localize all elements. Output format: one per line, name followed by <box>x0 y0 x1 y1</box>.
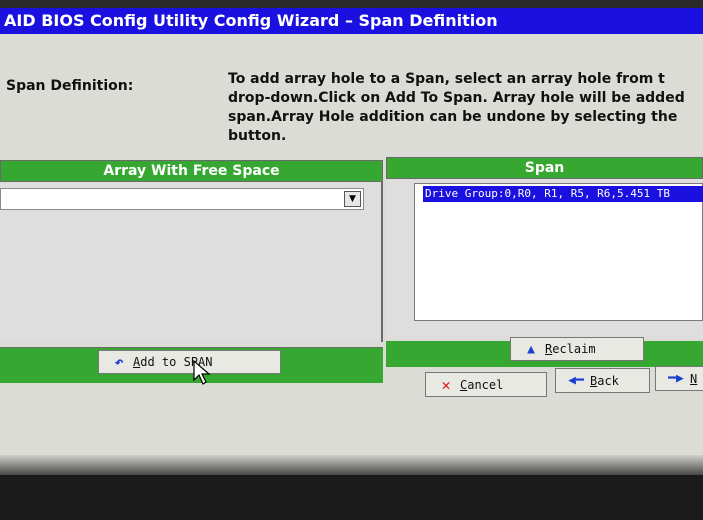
reclaim-button[interactable]: ▲ Reclaim <box>510 337 644 361</box>
array-free-space-header: Array With Free Space <box>0 160 383 182</box>
next-label: N <box>690 372 697 386</box>
span-definition-help: To add array hole to a Span, select an a… <box>228 70 703 150</box>
cancel-label: Cancel <box>460 378 503 392</box>
up-arrow-icon: ▲ <box>527 341 535 357</box>
x-icon: ✕ <box>441 375 451 394</box>
span-definition-label: Span Definition: <box>6 78 134 94</box>
cancel-button[interactable]: ✕ Cancel <box>425 372 547 397</box>
chevron-down-icon[interactable]: ▼ <box>344 191 361 207</box>
reclaim-label: Reclaim <box>545 342 596 356</box>
label-rest: ack <box>597 373 619 388</box>
monitor-bezel <box>0 475 703 520</box>
label-rest: eclaim <box>552 342 596 356</box>
left-arrow-icon: ◀━ <box>568 373 584 388</box>
help-line: span.Array Hole addition can be undone b… <box>228 109 678 125</box>
mouse-cursor-icon <box>193 360 211 385</box>
window-title: AID BIOS Config Utility Config Wizard – … <box>0 8 703 34</box>
span-list-item[interactable]: Drive Group:0,R0, R1, R5, R6,5.451 TB <box>423 186 703 202</box>
help-line: drop-down.Click on Add To Span. Array ho… <box>228 90 685 106</box>
array-hole-dropdown[interactable] <box>0 188 364 210</box>
span-list[interactable] <box>414 183 703 321</box>
right-arrow-icon: ━▶ <box>668 371 684 386</box>
help-line: To add array hole to a Span, select an a… <box>228 71 665 87</box>
undo-arrow-icon: ↶ <box>114 353 124 371</box>
back-label: Back <box>590 374 619 388</box>
span-header: Span <box>386 157 703 179</box>
help-line: button. <box>228 128 287 144</box>
label-rest: ancel <box>467 377 504 392</box>
add-to-span-button[interactable]: ↶ Add to SPAN <box>98 350 281 374</box>
screen-top-edge <box>0 0 703 8</box>
monitor-shadow <box>0 455 703 477</box>
accel-key: N <box>690 371 698 386</box>
back-button[interactable]: ◀━ Back <box>555 368 650 393</box>
next-button[interactable]: ━▶ N <box>655 366 703 391</box>
